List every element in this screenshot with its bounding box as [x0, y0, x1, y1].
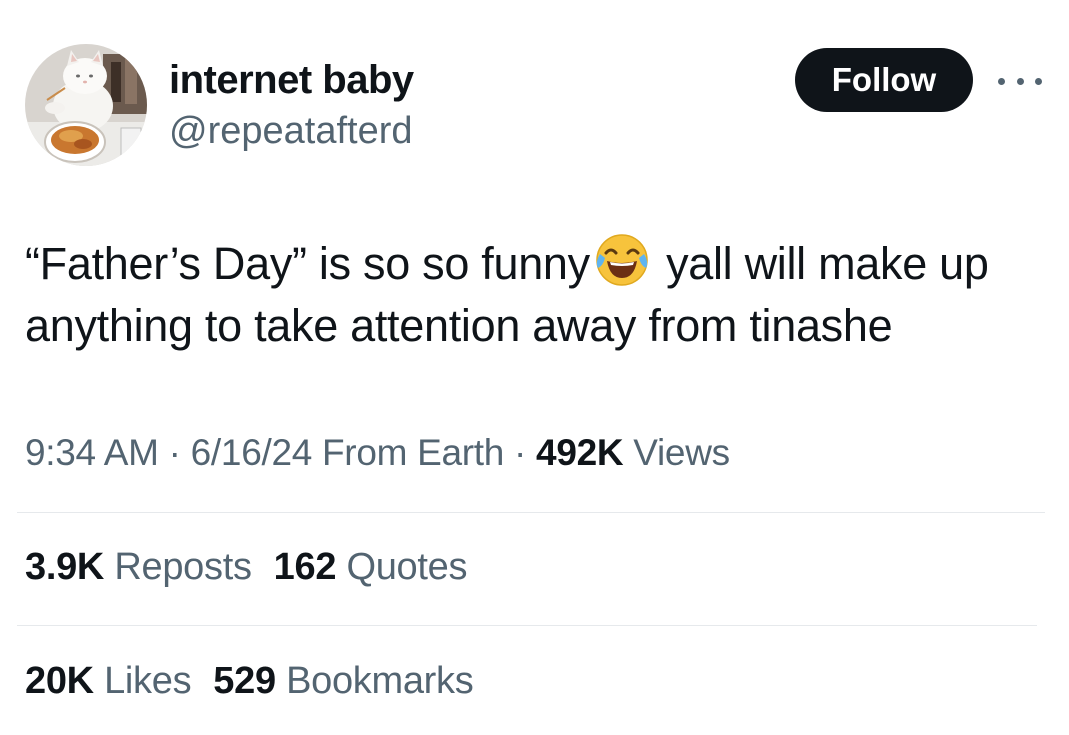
divider	[17, 512, 1045, 513]
reposts-count: 3.9K	[25, 546, 105, 588]
views-count: 492K	[536, 432, 624, 473]
tweet-time[interactable]: 9:34 AM	[25, 432, 159, 473]
stats-row-reposts-quotes: 3.9K Reposts 162 Quotes	[25, 546, 467, 589]
tweet-meta: 9:34 AM · 6/16/24 From Earth · 492K View…	[25, 432, 730, 474]
avatar-image	[25, 44, 147, 166]
quotes-stat[interactable]: 162 Quotes	[274, 546, 468, 588]
more-dot	[998, 77, 1005, 85]
meta-separator: ·	[168, 432, 181, 473]
likes-label: Likes	[104, 660, 192, 702]
likes-count: 20K	[25, 660, 94, 702]
quotes-count: 162	[273, 546, 337, 588]
reposts-stat[interactable]: 3.9K Reposts	[25, 546, 252, 588]
tweet-text: “Father’s Day” is so so funny yall will …	[25, 232, 1045, 357]
tweet-date[interactable]: 6/16/24	[191, 432, 313, 473]
reposts-label: Reposts	[114, 546, 252, 588]
face-with-tears-of-joy-icon	[594, 232, 650, 288]
meta-separator: ·	[514, 432, 527, 473]
quotes-label: Quotes	[346, 546, 468, 588]
bookmarks-label: Bookmarks	[286, 660, 474, 702]
likes-stat[interactable]: 20K Likes	[25, 660, 192, 702]
bookmarks-stat[interactable]: 529 Bookmarks	[213, 660, 473, 702]
views-label: Views	[633, 432, 730, 473]
stats-row-likes-bookmarks: 20K Likes 529 Bookmarks	[25, 660, 474, 703]
follow-button[interactable]: Follow	[795, 48, 973, 112]
more-dot	[1035, 77, 1042, 85]
user-handle[interactable]: @repeatafterd	[169, 110, 413, 153]
bookmarks-count: 529	[213, 660, 276, 702]
tweet-source: From Earth	[322, 432, 505, 473]
avatar[interactable]	[25, 44, 147, 166]
more-horizontal-icon[interactable]	[998, 66, 1042, 96]
more-dot	[1016, 77, 1024, 85]
tweet-text-part-1: “Father’s Day” is so so funny	[25, 238, 590, 289]
tweet-detail: internet baby @repeatafterd Follow “Fath…	[0, 0, 1069, 735]
display-name[interactable]: internet baby	[169, 58, 414, 103]
divider	[17, 625, 1037, 626]
